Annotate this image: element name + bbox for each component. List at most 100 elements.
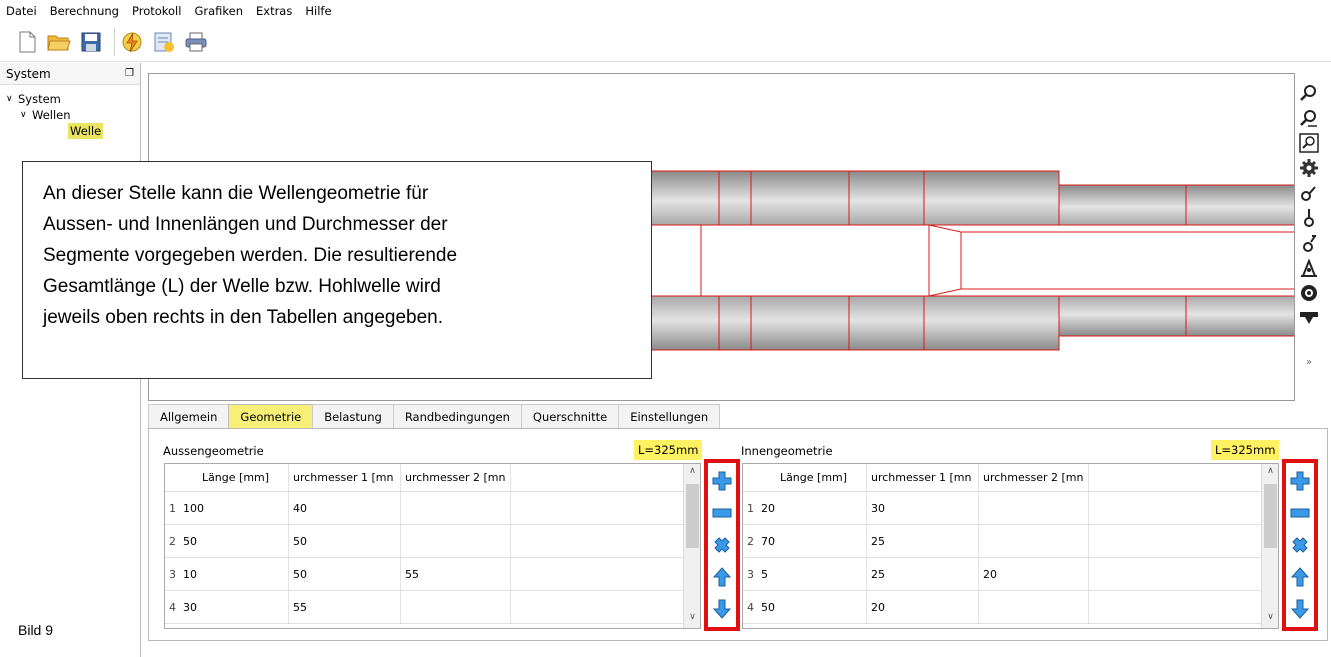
inner-geometry-table[interactable]: Länge [mm] urchmesser 1 [mn urchmesser 2… (742, 463, 1279, 629)
inner-actions-highlight (1282, 459, 1318, 631)
bore-taper (928, 224, 962, 297)
toolbar (0, 22, 1331, 62)
system-panel-header: System ❐ (0, 63, 140, 85)
tab-allgemein[interactable]: Allgemein (148, 404, 230, 428)
shaft-segment-6-top (923, 170, 1060, 226)
add-row-icon[interactable] (710, 469, 734, 493)
column-header-durchmesser-1[interactable]: urchmesser 1 [mn (867, 464, 979, 491)
tab-belastung[interactable]: Belastung (312, 404, 394, 428)
column-header-laenge[interactable]: Länge [mm] (179, 464, 289, 491)
calculate-icon[interactable] (119, 29, 145, 55)
tree-node-welle[interactable]: Welle (6, 123, 140, 139)
chevron-down-icon[interactable]: ∨ (20, 107, 32, 123)
scroll-thumb[interactable] (686, 484, 699, 548)
table-header: Länge [mm] urchmesser 1 [mn urchmesser 2… (165, 464, 700, 492)
help-line-2: Aussen- und Innenlängen und Durchmesser … (43, 214, 448, 235)
bore-segment-1 (700, 224, 930, 297)
help-line-4: Gesamtlänge (L) der Welle bzw. Hohlwelle… (43, 276, 441, 297)
system-panel-title: System (6, 66, 51, 81)
zoom-in-icon[interactable] (1295, 80, 1323, 105)
gear-icon[interactable] (1295, 155, 1323, 180)
outer-length-badge: L=325mm (634, 440, 703, 460)
move-down-icon[interactable] (1288, 597, 1312, 621)
menu-berechnung[interactable]: Berechnung (50, 4, 119, 18)
table-header: Länge [mm] urchmesser 1 [mn urchmesser 2… (743, 464, 1278, 492)
moment-icon[interactable] (1295, 230, 1323, 255)
column-header-durchmesser-1[interactable]: urchmesser 1 [mn (289, 464, 401, 491)
menu-grafiken[interactable]: Grafiken (194, 4, 243, 18)
shaft-segment-8-top (1185, 184, 1294, 226)
shaft-segment-7-top (1058, 184, 1187, 226)
column-header-laenge[interactable]: Länge [mm] (757, 464, 867, 491)
help-line-1: An dieser Stelle kann die Wellengeometri… (43, 183, 429, 204)
bearing-icon[interactable] (1295, 180, 1323, 205)
menu-extras[interactable]: Extras (256, 4, 292, 18)
gearwheel-icon[interactable] (1295, 280, 1323, 305)
tab-geometrie[interactable]: Geometrie (228, 404, 314, 428)
view-toolbar: » (1295, 80, 1323, 410)
tree-node-system[interactable]: ∨ System (6, 91, 140, 107)
menu-hilfe[interactable]: Hilfe (305, 4, 331, 18)
table-row[interactable]: 1 100 40 (165, 492, 700, 525)
outer-actions-highlight (704, 459, 740, 631)
remove-row-icon[interactable] (710, 501, 734, 525)
support-icon[interactable] (1295, 255, 1323, 280)
open-folder-icon[interactable] (46, 29, 72, 55)
table-row[interactable]: 3 10 50 55 (165, 558, 700, 591)
tab-randbedingungen[interactable]: Randbedingungen (392, 404, 522, 428)
table-row[interactable]: 3 5 25 20 (743, 558, 1278, 591)
outer-geometry-table[interactable]: Länge [mm] urchmesser 1 [mn urchmesser 2… (164, 463, 701, 629)
force-icon[interactable] (1295, 205, 1323, 230)
delete-all-icon[interactable] (710, 533, 734, 557)
shaft-segment-4-top (750, 170, 850, 226)
shaft-segment-4-bottom (750, 295, 850, 351)
remove-row-icon[interactable] (1288, 501, 1312, 525)
inner-length-badge: L=325mm (1211, 440, 1280, 460)
shaft-segment-5-top (848, 170, 925, 226)
table-row[interactable]: 2 50 50 (165, 525, 700, 558)
shaft-segment-8-bottom (1185, 295, 1294, 337)
table-row[interactable]: 1 20 30 (743, 492, 1278, 525)
inner-table-scrollbar[interactable]: ∧ ∨ (1261, 464, 1278, 628)
tree-node-wellen[interactable]: ∨ Wellen (6, 107, 140, 123)
inner-geometry-label: Innengeometrie (741, 444, 833, 458)
table-row[interactable]: 4 30 55 (165, 591, 700, 624)
column-header-durchmesser-2[interactable]: urchmesser 2 [mn (979, 464, 1089, 491)
table-row[interactable]: 2 70 25 (743, 525, 1278, 558)
column-header-durchmesser-2[interactable]: urchmesser 2 [mn (401, 464, 511, 491)
chevron-down-icon[interactable]: ∨ (6, 91, 18, 107)
scroll-down-arrow-icon[interactable]: ∨ (684, 612, 700, 628)
shaft-segment-3-top (718, 170, 752, 226)
new-file-icon[interactable] (14, 29, 40, 55)
help-line-5: jeweils oben rechts in den Tabellen ange… (43, 307, 444, 328)
scroll-down-arrow-icon[interactable]: ∨ (1262, 612, 1278, 628)
outer-table-scrollbar[interactable]: ∧ ∨ (683, 464, 700, 628)
move-down-icon[interactable] (710, 597, 734, 621)
menu-datei[interactable]: Datei (6, 4, 37, 18)
add-row-icon[interactable] (1288, 469, 1312, 493)
save-icon[interactable] (78, 29, 104, 55)
section-icon[interactable] (1295, 305, 1323, 330)
delete-all-icon[interactable] (1288, 533, 1312, 557)
tab-querschnitte[interactable]: Querschnitte (520, 404, 620, 428)
move-up-icon[interactable] (710, 565, 734, 589)
menu-bar: Datei Berechnung Protokoll Grafiken Extr… (0, 0, 1331, 22)
tab-bar: Allgemein Geometrie Belastung Randbeding… (148, 404, 1328, 429)
help-line-3: Segmente vorgegeben werden. Die resultie… (43, 245, 458, 266)
scroll-up-arrow-icon[interactable]: ∧ (684, 466, 700, 482)
zoom-out-icon[interactable] (1295, 105, 1323, 130)
scroll-up-arrow-icon[interactable]: ∧ (1262, 466, 1278, 482)
menu-protokoll[interactable]: Protokoll (132, 4, 181, 18)
zoom-fit-icon[interactable] (1295, 130, 1323, 155)
print-icon[interactable] (183, 29, 209, 55)
shaft-segment-7-bottom (1058, 295, 1187, 337)
table-row[interactable]: 4 50 20 (743, 591, 1278, 624)
tab-einstellungen[interactable]: Einstellungen (618, 404, 721, 428)
figure-caption: Bild 9 (18, 622, 54, 638)
move-up-icon[interactable] (1288, 565, 1312, 589)
scroll-thumb[interactable] (1264, 484, 1277, 548)
restore-window-icon[interactable]: ❐ (125, 68, 134, 79)
report-icon[interactable] (151, 29, 177, 55)
more-chevron-icon[interactable]: » (1295, 350, 1323, 375)
system-tree: ∨ System ∨ Wellen Welle (0, 85, 140, 139)
